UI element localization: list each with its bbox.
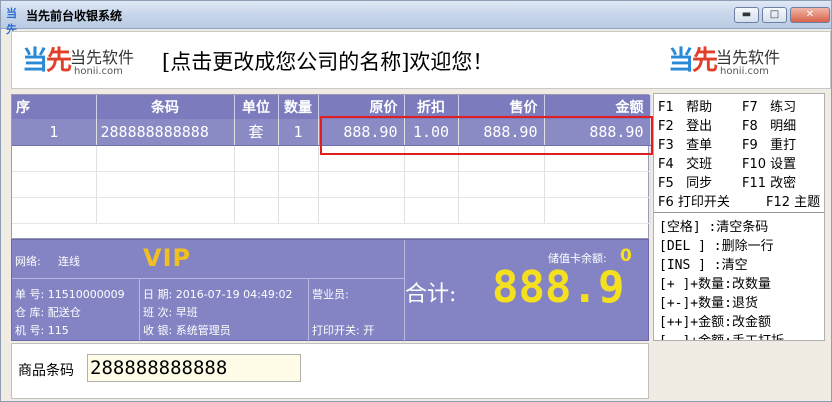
info-divider-h [12,278,404,279]
shortcut-f2[interactable]: F2 登出 [658,115,712,134]
company-name-link[interactable]: [点击更改成您公司的名称]欢迎您！ [162,46,493,76]
vip-badge[interactable]: VIP [143,244,191,272]
logo-right: 当先 当先软件 honii.com [668,46,781,77]
maximize-button[interactable]: □ [762,7,787,23]
machine-number: 机 号: 115 [15,324,69,337]
barcode-label: 商品条码 [18,363,74,379]
cell-unit: 套 [234,119,279,146]
barcode-area: 商品条码 [11,343,649,399]
shortcut-f6[interactable]: F6 打印开关 [658,191,730,210]
col-header-barcode[interactable]: 条码 [96,95,235,119]
cell-no: 1 [12,119,97,146]
hotkey-return: [+-]+数量:退货 [659,296,758,311]
shortcut-f9[interactable]: F9 重打 [742,134,796,153]
logo-right-url: honii.com [720,66,769,77]
logo-left-text: 当先软件 [70,48,135,67]
shortcut-f10[interactable]: F10 设置 [742,153,796,172]
logo-left: 当先 当先软件 honii.com [22,46,135,77]
shift: 班 次: 早班 [143,306,198,319]
hotkey-delete-row: [DEL ] :删除一行 [659,239,774,254]
cell-barcode: 288888888888 [96,119,235,146]
logo-left-url: honii.com [74,66,123,77]
col-header-no[interactable]: 序 [12,95,97,119]
hotkey-change-qty: [+ ]+数量:改数量 [659,277,771,292]
shortcut-f11[interactable]: F11 改密 [742,172,796,191]
items-table[interactable]: 序 条码 单位 数量 原价 折扣 售价 金额 1 288888888888 套 … [11,94,653,239]
shortcut-f8[interactable]: F8 明细 [742,115,796,134]
order-number: 单 号: 11510000009 [15,288,125,301]
highlight-box [320,116,653,155]
shortcut-f3[interactable]: F3 查单 [658,134,712,153]
shortcut-f12[interactable]: F12 主题 [766,191,820,210]
barcode-input[interactable] [87,354,301,382]
hotkey-clear-barcode: [空格] :清空条码 [659,220,769,235]
network-status: 连线 [58,255,80,268]
table-row-empty[interactable] [12,197,651,224]
total-label: 合计: [405,282,457,307]
warehouse: 仓 库: 配送仓 [15,306,81,319]
shortcut-divider [654,212,824,213]
shortcut-panel: F1 帮助 F7 练习 F2 登出 F8 明细 F3 查单 F9 重打 F4 交… [653,93,825,341]
app-icon: 当先 [6,7,17,36]
shortcut-f1[interactable]: F1 帮助 [658,96,712,115]
network-label: 网络: [15,255,41,268]
table-row-empty[interactable] [12,171,651,198]
hotkey-clear: [INS ] :清空 [659,258,748,273]
col-header-qty[interactable]: 数量 [278,95,319,119]
hotkey-change-amount: [++]+金额:改金额 [659,315,771,330]
shortcut-f4[interactable]: F4 交班 [658,153,712,172]
close-button[interactable]: ✕ [790,7,830,23]
info-panel: 网络: 连线 VIP 储值卡余额: 0 单 号: 11510000009 仓 库… [11,239,649,342]
info-divider-v2 [308,278,309,342]
title-bar: 当先 当先前台收银系统 ▬ □ ✕ [1,1,831,36]
logo-right-text: 当先软件 [716,48,781,67]
info-divider-v1 [139,278,140,342]
total-value: 888.9 [492,262,625,313]
shortcut-f7[interactable]: F7 练习 [742,96,796,115]
col-header-unit[interactable]: 单位 [234,95,279,119]
cashier-window: 当先 当先前台收银系统 ▬ □ ✕ 当先 当先软件 honii.com [点击更… [0,0,832,402]
cashier: 收 银: 系统管理员 [143,324,231,337]
hotkey-manual-discount: [--]+金额:手工打折 [659,330,784,340]
company-banner: 当先 当先软件 honii.com [点击更改成您公司的名称]欢迎您！ 当先 当… [11,31,831,89]
minimize-button[interactable]: ▬ [734,7,759,23]
salesperson[interactable]: 营业员: [312,286,349,302]
cell-qty: 1 [278,119,319,146]
date-time: 日 期: 2016-07-19 04:49:02 [143,288,293,301]
window-title: 当先前台收银系统 [26,9,123,23]
shortcut-f5[interactable]: F5 同步 [658,172,712,191]
print-switch[interactable]: 打印开关: 开 [312,322,374,338]
